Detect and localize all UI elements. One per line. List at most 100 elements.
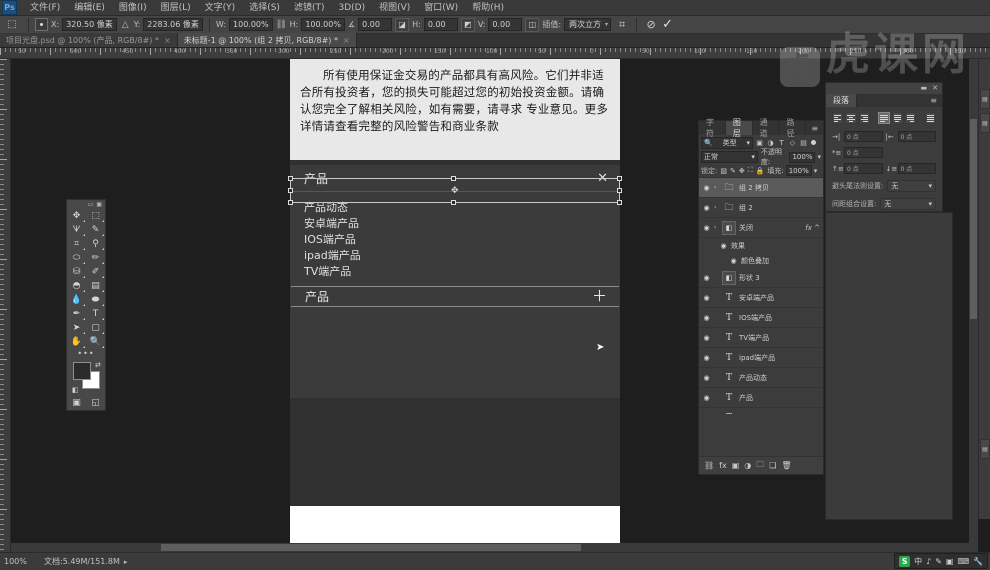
collapse-icon[interactable]: ▬ xyxy=(921,85,928,92)
layer-row[interactable]: ◉ T 产品动态 xyxy=(699,368,823,388)
path-select-tool[interactable]: ➤ xyxy=(67,321,86,335)
gradient-tool[interactable]: ▤ xyxy=(86,279,105,293)
tab-channels[interactable]: 通道 xyxy=(753,118,780,138)
layer-row[interactable]: ◉ T 产品 xyxy=(699,388,823,408)
indent-right-input[interactable]: 0 点 xyxy=(897,131,936,142)
list-item[interactable]: TV端产品 xyxy=(304,264,620,280)
close-icon[interactable]: ▣ xyxy=(96,201,102,208)
delete-layer-icon[interactable]: 🗑 xyxy=(781,461,791,470)
layer-row[interactable]: ◉ › ◧ 关闭 fx ^ xyxy=(699,218,823,238)
dock-collapse-button-2[interactable]: ▤ xyxy=(980,113,990,133)
tab-paragraph[interactable]: 段落 xyxy=(826,94,857,107)
ime-panel-icon[interactable]: ▣ xyxy=(946,557,954,566)
list-item[interactable]: 产品动态 xyxy=(304,200,620,216)
menu-edit[interactable]: 编辑(E) xyxy=(67,0,112,16)
layer-visibility-icon[interactable]: ◉ xyxy=(729,257,738,265)
rectangle-tool[interactable]: ▢ xyxy=(86,321,105,335)
dock-collapse-button-3[interactable]: ▤ xyxy=(980,439,990,459)
marquee-tool[interactable]: ⬚ xyxy=(86,209,105,223)
color-swatches[interactable]: ⇄ ◧ xyxy=(72,361,105,396)
layer-filter-type-select[interactable]: 🔍 类型 ▾ xyxy=(701,136,753,149)
empty-dock-panel[interactable] xyxy=(825,212,953,520)
angle-input[interactable]: 0.00 xyxy=(358,18,393,31)
quick-mask-icon[interactable]: ▣ xyxy=(72,398,81,408)
menu-image[interactable]: 图像(I) xyxy=(112,0,154,16)
layer-row[interactable]: ◉ T 安卓端产品 xyxy=(699,288,823,308)
list-item[interactable]: IOS端产品 xyxy=(304,232,620,248)
menu-type[interactable]: 文字(Y) xyxy=(198,0,243,16)
layer-list[interactable]: ◉ › 🗀 组 2 拷贝 ◉ › 🗀 组 2 ◉ › ◧ 关闭 fx ^ ◉ 效果 ◉ 颜色叠加 ◉ ◧ 形状 3 ◉ T… xyxy=(699,178,823,414)
move-tool[interactable]: ✥ xyxy=(67,209,86,223)
menu-window[interactable]: 窗口(W) xyxy=(417,0,465,16)
product-list-panel[interactable]: 产品 ✕ 产品动态 安卓端产品 IOS端产品 ipad端产品 TV端产品 产品 … xyxy=(290,165,620,398)
menu-file[interactable]: 文件(F) xyxy=(23,0,67,16)
new-layer-icon[interactable]: ❏ xyxy=(769,461,776,470)
layer-visibility-icon[interactable]: ◉ xyxy=(702,334,711,342)
filter-smart-icon[interactable]: ▤ xyxy=(799,139,808,147)
menu-filter[interactable]: 滤镜(T) xyxy=(287,0,332,16)
layer-row[interactable]: ◉ › 🗀 组 2 拷贝 xyxy=(699,178,823,198)
reference-point-selector[interactable] xyxy=(35,18,48,31)
commit-transform-icon[interactable]: ✓ xyxy=(662,17,673,32)
skew-v-icon[interactable]: ◩ xyxy=(460,17,475,32)
add-layer-style-icon[interactable]: fx xyxy=(719,461,727,470)
menu-help[interactable]: 帮助(H) xyxy=(465,0,511,16)
space-after-input[interactable]: 0 点 xyxy=(897,163,936,174)
dodge-tool[interactable]: ⬬ xyxy=(86,293,105,307)
canvas-horizontal-scrollbar[interactable] xyxy=(11,543,978,552)
w-input[interactable]: 100.00% xyxy=(229,18,273,31)
canvas-vertical-scrollbar[interactable] xyxy=(969,59,978,552)
add-icon[interactable]: ＋ xyxy=(592,289,607,304)
edit-toolbar-icon[interactable]: ••• xyxy=(67,349,105,360)
layer-visibility-icon[interactable]: ◉ xyxy=(702,394,711,402)
minimize-icon[interactable]: ▭ xyxy=(88,201,94,208)
opacity-input[interactable]: 100% xyxy=(789,151,816,163)
layer-row[interactable]: ◉ › 🗀 组 2 xyxy=(699,198,823,218)
eyedropper-tool[interactable]: ⚲ xyxy=(86,237,105,251)
type-tool[interactable]: T xyxy=(86,307,105,321)
ime-chinese-mode-icon[interactable]: 中 xyxy=(914,556,922,567)
layer-row[interactable]: ◉ 效果 xyxy=(699,238,823,253)
layer-row[interactable]: ◉ ◧ 形状 3 xyxy=(699,268,823,288)
lock-all-icon[interactable]: 🔒 xyxy=(756,167,765,175)
eraser-tool[interactable]: ◓ xyxy=(67,279,86,293)
new-group-icon[interactable]: 🗀 xyxy=(756,459,764,473)
scrollbar-thumb[interactable] xyxy=(970,119,977,319)
menu-layer[interactable]: 图层(L) xyxy=(154,0,198,16)
scrollbar-thumb[interactable] xyxy=(161,544,581,551)
blend-mode-select[interactable]: 正常 ▾ xyxy=(701,151,758,163)
h-input[interactable]: 100.00% xyxy=(301,18,345,31)
zoom-level[interactable]: 100% xyxy=(4,557,38,566)
artboard[interactable]: 所有使用保证金交易的产品都具有高风险。它们并非适合所有投资者，您的损失可能超过您… xyxy=(288,59,622,559)
layer-effects-icon[interactable]: fx ^ xyxy=(805,224,820,232)
lock-transparency-icon[interactable]: ▧ xyxy=(720,167,727,175)
skew-h-icon[interactable]: ◪ xyxy=(395,17,410,32)
fill-input[interactable]: 100% xyxy=(785,165,812,176)
list-item[interactable]: ipad端产品 xyxy=(304,248,620,264)
free-transform-tool-icon[interactable]: ⬚ xyxy=(2,17,22,33)
ime-tone-icon[interactable]: ♪ xyxy=(926,557,931,566)
filter-pixel-icon[interactable]: ▣ xyxy=(755,139,764,147)
warp-mode-icon[interactable]: ⌗ xyxy=(614,18,630,32)
justify-all-button[interactable] xyxy=(924,112,936,124)
skew-v-input[interactable]: 0.00 xyxy=(488,18,523,31)
y-input[interactable]: 2283.06 像素 xyxy=(143,18,203,31)
skew-h-input[interactable]: 0.00 xyxy=(423,18,458,31)
crop-tool[interactable]: ⌗ xyxy=(67,237,86,251)
justify-last-center-button[interactable] xyxy=(891,112,903,124)
foreground-color-swatch[interactable] xyxy=(73,362,91,380)
history-brush-tool[interactable]: ✐ xyxy=(86,265,105,279)
zoom-tool[interactable]: 🔍 xyxy=(86,335,105,349)
mojikumi-select[interactable]: 无 ▾ xyxy=(880,198,936,210)
screen-mode-icon[interactable]: ◱ xyxy=(91,398,100,408)
layer-row[interactable]: ◉ 颜色叠加 xyxy=(699,253,823,268)
delta-icon[interactable]: △ xyxy=(120,20,131,30)
dock-collapse-button-1[interactable]: ▤ xyxy=(980,89,990,109)
kinsoku-select[interactable]: 无 ▾ xyxy=(887,180,936,192)
link-layers-icon[interactable]: ⛓ xyxy=(704,461,714,470)
document-size-info[interactable]: 文档:5.49M/151.8M ▸ xyxy=(44,556,127,567)
tab-character[interactable]: 字符 xyxy=(699,118,726,138)
add-layer-mask-icon[interactable]: ▣ xyxy=(732,461,740,470)
layer-row[interactable]: ◉ T TV端产品 xyxy=(699,328,823,348)
panel-menu-icon[interactable]: ≡ xyxy=(806,121,823,135)
